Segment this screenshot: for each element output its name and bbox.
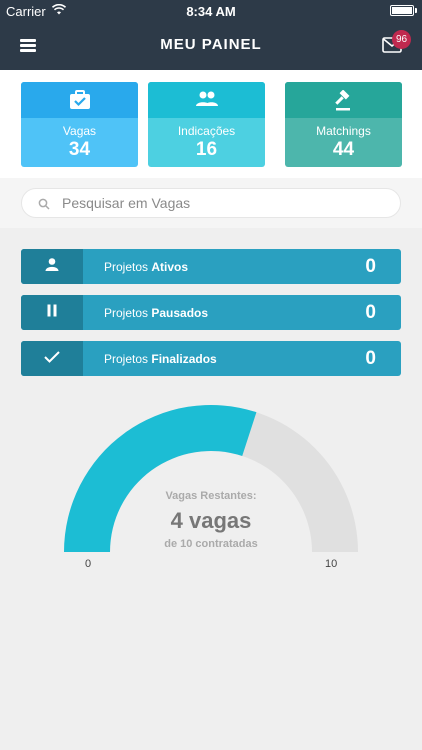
row-icon-cell — [21, 249, 83, 284]
gauge-max-label: 10 — [325, 558, 338, 570]
page-title: MEU PAINEL — [160, 36, 262, 53]
status-bar: Carrier 8:34 AM — [0, 0, 422, 22]
vacancies-gauge: Vagas Restantes: 4 vagas de 10 contratad… — [50, 398, 372, 578]
stat-value: 16 — [195, 139, 218, 160]
gauge-chart — [64, 405, 358, 552]
row-label: Projetos Pausados — [104, 306, 209, 320]
projects-finished-row[interactable]: Projetos Finalizados 0 — [21, 341, 401, 376]
stat-label: Indicações — [177, 124, 236, 138]
row-label: Projetos Finalizados — [104, 352, 217, 366]
battery-tip — [415, 8, 417, 13]
notification-badge[interactable]: 96 — [392, 30, 411, 49]
row-count: 0 — [365, 256, 376, 277]
gauge-label: Vagas Restantes: — [165, 490, 257, 502]
search-icon — [38, 197, 50, 215]
stat-value: 44 — [332, 139, 355, 160]
stats-panel: Vagas 34 Indicações 16 Matchings 44 — [0, 70, 422, 178]
projects-paused-row[interactable]: Projetos Pausados 0 — [21, 295, 401, 330]
search-bar-area — [0, 178, 422, 228]
stat-card-vagas[interactable]: Vagas 34 — [21, 82, 138, 167]
stat-label: Matchings — [316, 124, 371, 138]
stat-card-matchings[interactable]: Matchings 44 — [285, 82, 402, 167]
gauge-value: 4 vagas — [170, 508, 252, 533]
app-header: MEU PAINEL 96 — [0, 22, 422, 70]
battery-icon — [390, 5, 414, 16]
row-icon-cell — [21, 295, 83, 330]
pause-icon — [46, 304, 58, 322]
people-icon — [195, 90, 219, 113]
gauge-min-label: 0 — [85, 558, 92, 570]
person-icon — [45, 257, 59, 276]
gavel-icon — [333, 89, 355, 117]
briefcase-icon — [69, 90, 91, 115]
gauge-subtext: de 10 contratadas — [164, 538, 258, 550]
row-label: Projetos Ativos — [104, 260, 189, 274]
search-box[interactable] — [21, 188, 401, 218]
stat-label: Vagas — [62, 124, 97, 138]
row-count: 0 — [365, 302, 376, 323]
row-count: 0 — [365, 348, 376, 369]
status-time: 8:34 AM — [186, 4, 236, 19]
row-icon-cell — [21, 341, 83, 376]
check-icon — [44, 350, 60, 368]
projects-active-row[interactable]: Projetos Ativos 0 — [21, 249, 401, 284]
stat-card-indicacoes[interactable]: Indicações 16 — [148, 82, 265, 167]
stat-value: 34 — [68, 139, 91, 160]
search-input[interactable] — [62, 189, 392, 217]
